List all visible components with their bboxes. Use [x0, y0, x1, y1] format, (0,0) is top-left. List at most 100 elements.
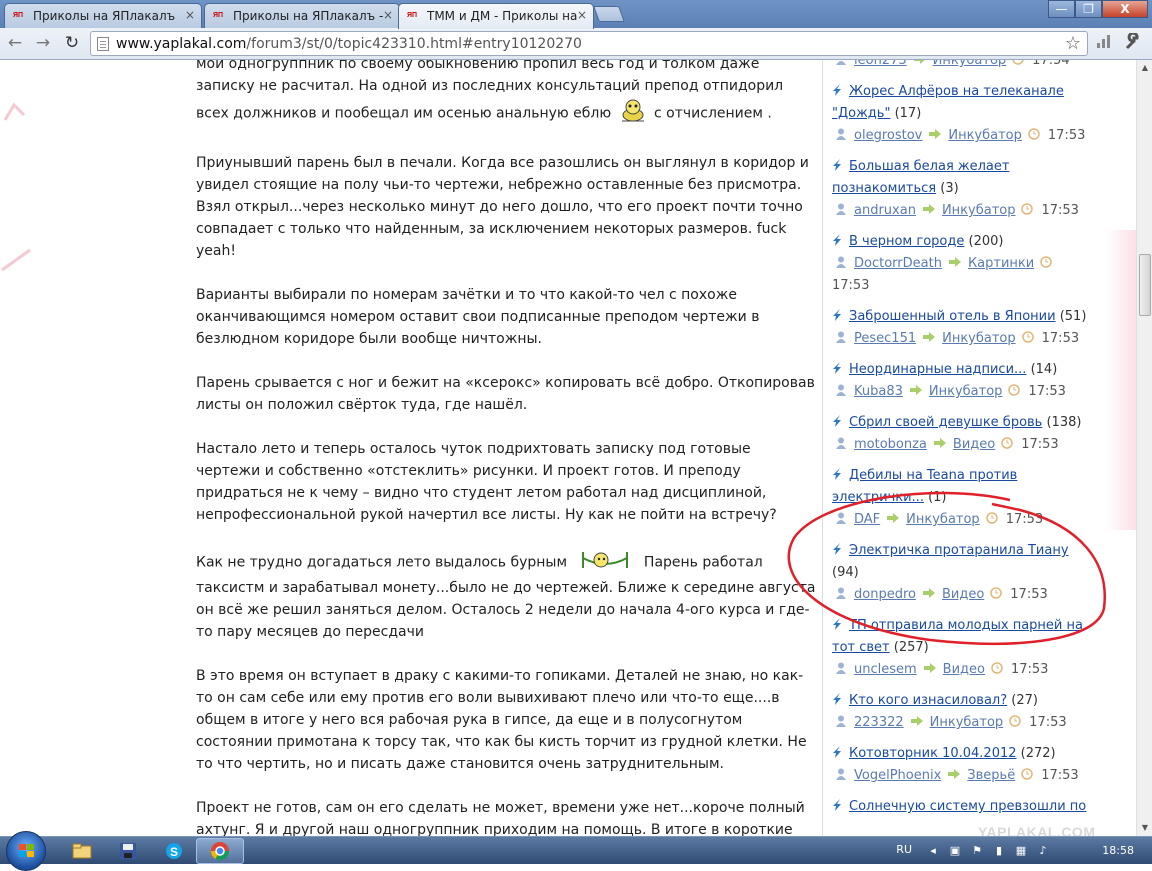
topic-arrow-icon — [832, 414, 843, 428]
minimize-button[interactable]: — — [1048, 0, 1075, 18]
go-arrow-icon — [922, 329, 936, 342]
bookmark-star-icon[interactable]: ☆ — [1065, 33, 1081, 54]
topic-category-link[interactable]: Зверьё — [967, 768, 1015, 783]
tab-label: Приколы на ЯПлакалъ - Р — [233, 9, 383, 23]
topic-category-link[interactable]: Инкубатор — [948, 128, 1022, 143]
language-indicator[interactable]: RU — [896, 843, 912, 856]
chrome-taskbar-icon[interactable] — [196, 838, 244, 864]
tab-3-active[interactable]: ЯП ТММ и ДМ - Приколы на Я × — [398, 3, 594, 29]
network-icon[interactable]: ▦ — [1014, 844, 1028, 858]
yaplakal-favicon: ЯП — [213, 12, 224, 19]
topic-category-link[interactable]: Инкубатор — [929, 384, 1003, 399]
topic-time: 17:53 — [1047, 128, 1086, 143]
topic-category-link[interactable]: Инкубатор — [942, 331, 1016, 346]
topic-title-link[interactable]: Неординарные надписи... — [849, 362, 1026, 377]
topic-title-link[interactable]: Жорес Алфёров на телеканале "Дождь" — [832, 84, 1064, 121]
topic-author-link[interactable]: andruxan — [854, 203, 916, 218]
close-tab-icon[interactable]: × — [577, 8, 587, 22]
close-window-button[interactable]: X — [1102, 0, 1148, 18]
go-arrow-icon — [910, 713, 924, 726]
topic-title-link[interactable]: Большая белая желает познакомиться — [832, 159, 1009, 196]
tab-label: ТММ и ДМ - Приколы на Я — [427, 9, 577, 23]
topic-category-link[interactable]: Инкубатор — [942, 203, 1016, 218]
topic-reply-count: (138) — [1046, 415, 1082, 430]
topic-title-link[interactable]: Сбрил своей девушке бровь — [849, 415, 1042, 430]
tray-expand-icon[interactable]: ◂ — [926, 844, 940, 858]
wrench-icon[interactable] — [1124, 31, 1142, 55]
topic-author-link[interactable]: Pesec151 — [854, 331, 916, 346]
network-warning-icon[interactable]: ▣ — [948, 844, 962, 858]
post-paragraph: В это время он вступает в драку с какими… — [196, 668, 807, 772]
topic-title-link[interactable]: Кто кого изнасиловал? — [849, 693, 1007, 708]
topic-time: 17:53 — [1028, 384, 1066, 399]
scroll-down-arrow-icon[interactable]: ▼ — [1137, 820, 1152, 836]
user-icon — [836, 766, 846, 780]
new-tab-button[interactable] — [593, 6, 625, 22]
topic-reply-count: (3) — [940, 181, 959, 196]
topic-author-link[interactable]: leon273 — [854, 60, 907, 68]
taskbar-clock[interactable]: 18:58 — [1102, 844, 1134, 857]
back-icon[interactable]: ← — [4, 32, 26, 54]
topic-category-link[interactable]: Инкубатор — [930, 715, 1004, 730]
maximize-button[interactable]: ❐ — [1075, 0, 1102, 18]
yaplakal-favicon: ЯП — [13, 12, 24, 19]
topic-category-link[interactable]: Видео — [953, 437, 995, 452]
user-icon — [836, 126, 846, 140]
volume-icon[interactable]: ♪ — [1036, 844, 1050, 858]
tab-2[interactable]: ЯП Приколы на ЯПлакалъ - Р × — [204, 3, 400, 28]
topic-item: Котовторник 10.04.2012 (272) VogelPhoenix… — [832, 743, 1092, 787]
topic-title-link[interactable]: Заброшенный отель в Японии — [849, 309, 1056, 324]
topic-category-link[interactable]: Картинки — [968, 256, 1034, 271]
topic-reply-count: (14) — [1030, 362, 1058, 377]
skype-taskbar-icon[interactable]: S — [150, 838, 198, 864]
url-text[interactable]: www.yaplakal.com/forum3/st/0/topic423310… — [116, 36, 582, 52]
post-paragraph: Проект не готов, сам он его сделать не м… — [196, 800, 805, 836]
topic-category-link[interactable]: Инкубатор — [933, 60, 1007, 68]
topic-title-link[interactable]: В черном городе — [849, 234, 964, 249]
tab-1[interactable]: ЯП Приколы на ЯПлакалъ × — [4, 3, 202, 28]
user-icon — [836, 713, 846, 727]
explorer-taskbar-icon[interactable] — [58, 838, 106, 864]
page-scrollbar[interactable]: ▲ ▼ — [1136, 60, 1152, 836]
reload-icon[interactable]: ↻ — [61, 32, 83, 54]
topic-reply-count: (17) — [894, 106, 922, 121]
topic-title-link[interactable]: Котовторник 10.04.2012 — [849, 746, 1017, 761]
svg-text:S: S — [170, 845, 178, 859]
clock-icon — [1008, 382, 1021, 396]
topic-author-link[interactable]: motobonza — [854, 437, 927, 452]
action-center-icon[interactable]: ⚑ — [970, 844, 984, 858]
clock-icon — [1021, 766, 1033, 780]
topic-title-link[interactable]: Солнечную систему превзошли по — [849, 799, 1086, 814]
windows-logo-icon — [19, 844, 34, 857]
forward-icon[interactable]: → — [32, 32, 54, 54]
site-decoration-right — [1106, 230, 1136, 530]
paragraph-text: Как не трудно догадаться лето выдалось б… — [196, 554, 568, 571]
window-controls: — ❐ X — [1048, 0, 1148, 18]
windows-taskbar: S RU ◂ ▣ ⚑ ▮ ▦ ♪ 18:58 — [0, 831, 1152, 871]
url-host: www.yaplakal.com — [116, 36, 247, 52]
topic-author-link[interactable]: 223322 — [854, 715, 904, 730]
start-button[interactable] — [6, 831, 46, 871]
topic-author-link[interactable]: unclesem — [854, 662, 917, 677]
go-arrow-icon — [922, 201, 936, 214]
address-bar[interactable]: www.yaplakal.com/forum3/st/0/topic423310… — [90, 31, 1088, 56]
close-tab-icon[interactable]: × — [383, 8, 393, 22]
latest-topics-sidebar: leon273 Инкубатор 17:54 Жорес Алфёров на т… — [832, 60, 1092, 836]
topic-author-link[interactable]: DoctorrDeath — [854, 256, 942, 271]
scroll-thumb[interactable] — [1139, 254, 1151, 316]
topic-category-link[interactable]: Видео — [943, 662, 985, 677]
save-disk-taskbar-icon[interactable] — [104, 838, 152, 864]
scroll-up-arrow-icon[interactable]: ▲ — [1137, 60, 1152, 76]
clock-icon — [1009, 713, 1021, 727]
browser-toolbar: ← → ↻ www.yaplakal.com/forum3/st/0/topic… — [0, 28, 1152, 60]
clock-icon — [991, 660, 1003, 674]
topic-author-link[interactable]: Kuba83 — [854, 384, 903, 399]
post-body: мой одногруппник по своему обыкновению п… — [196, 60, 818, 836]
go-arrow-icon — [947, 766, 961, 779]
signal-bars-icon[interactable] — [1096, 33, 1112, 53]
topic-item: Заброшенный отель в Японии (51) Pesec151 И… — [832, 306, 1092, 350]
battery-icon[interactable]: ▮ — [992, 844, 1006, 858]
topic-author-link[interactable]: VogelPhoenix — [854, 768, 941, 783]
close-tab-icon[interactable]: × — [185, 8, 195, 22]
topic-author-link[interactable]: olegrostov — [854, 128, 922, 143]
